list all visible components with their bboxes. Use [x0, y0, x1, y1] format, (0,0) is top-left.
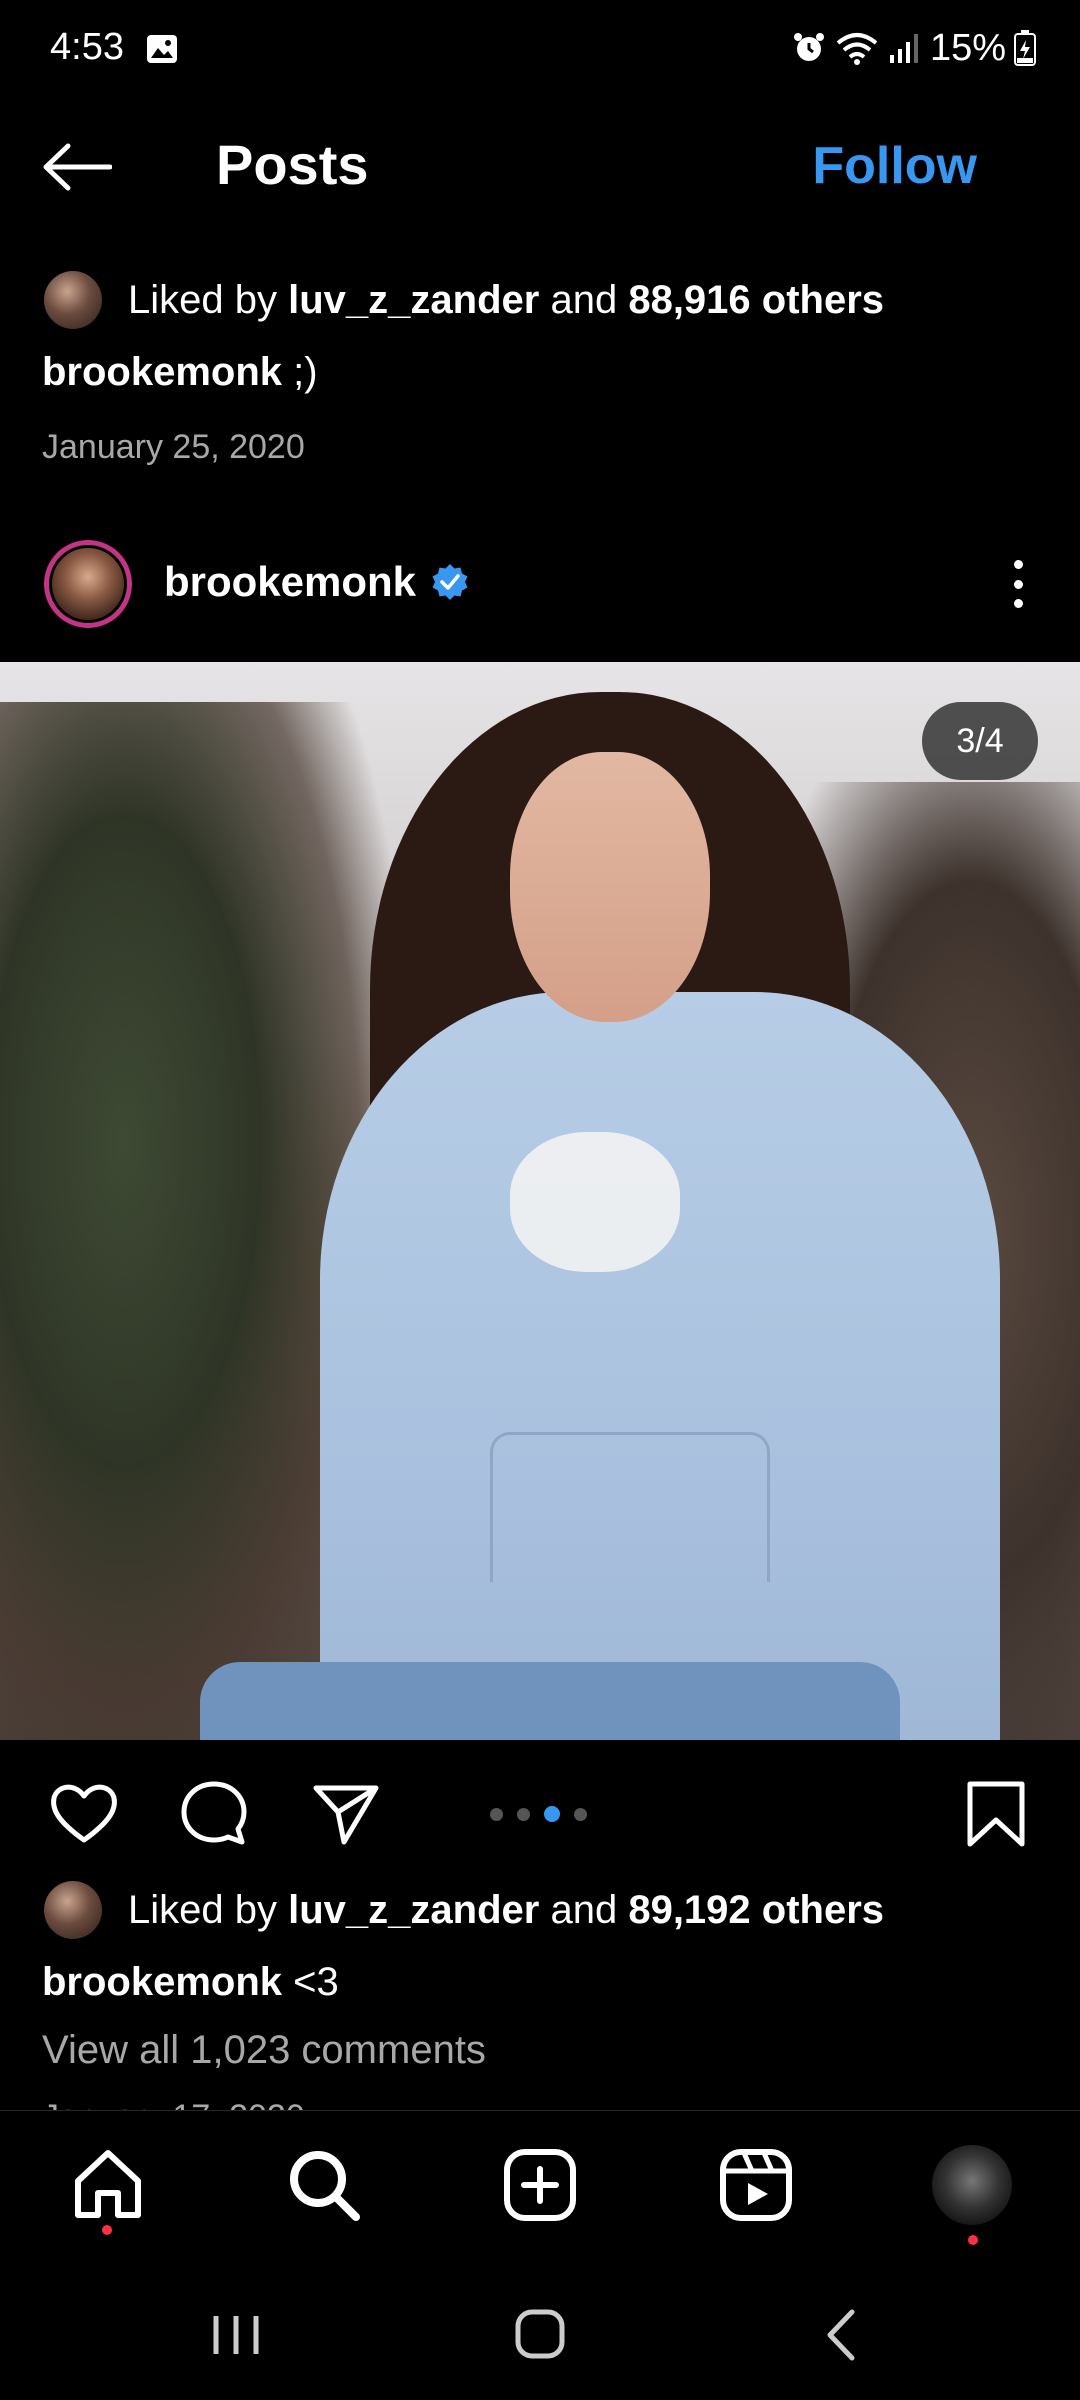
reels-icon[interactable] — [718, 2147, 794, 2223]
status-bar: 4:53 15% — [0, 0, 1080, 100]
verified-badge-icon — [432, 564, 468, 600]
more-options-button[interactable] — [996, 554, 1040, 614]
home-icon[interactable] — [70, 2147, 146, 2223]
caption-username[interactable]: brookemonk — [42, 350, 282, 394]
save-bookmark-icon[interactable] — [960, 1778, 1032, 1850]
liker-username[interactable]: luv_z_zander — [288, 1888, 539, 1933]
post-footer: Liked by luv_z_zander and 89,192 others … — [0, 1880, 1080, 2110]
post-author-username[interactable]: brookemonk — [164, 558, 416, 606]
signal-icon — [889, 34, 918, 63]
battery-charging-icon — [1014, 30, 1036, 66]
carousel-dot — [490, 1807, 503, 1821]
comment-icon[interactable] — [178, 1778, 250, 1850]
liked-by-and: and — [550, 277, 618, 322]
post-header: brookemonk — [0, 536, 1080, 632]
gallery-notification-icon — [147, 35, 177, 63]
home-circle-icon[interactable] — [500, 2300, 580, 2370]
battery-percent: 15% — [929, 26, 1006, 69]
carousel-counter: 3/4 — [922, 702, 1038, 780]
system-nav-bar — [0, 2260, 1080, 2400]
system-back-icon[interactable] — [802, 2300, 882, 2370]
carousel-dot-active — [544, 1806, 560, 1822]
back-button[interactable] — [40, 132, 130, 202]
carousel-dot — [574, 1807, 587, 1821]
status-time: 4:53 — [50, 26, 124, 68]
profile-notification-dot — [968, 2235, 978, 2245]
bottom-nav — [0, 2110, 1080, 2260]
carousel-dot — [517, 1807, 530, 1821]
recent-apps-icon[interactable] — [196, 2300, 276, 2370]
search-icon[interactable] — [286, 2147, 362, 2223]
liked-by-row[interactable]: Liked by luv_z_zander and 89,192 others — [44, 1880, 884, 1940]
liker-avatar — [44, 271, 102, 329]
post-image[interactable]: 3/4 — [0, 662, 1080, 1740]
post-date: January 25, 2020 — [42, 428, 305, 466]
post-actions — [0, 1770, 1080, 1850]
page-title: Posts — [216, 133, 369, 196]
alarm-icon — [793, 33, 824, 61]
post-author-avatar[interactable] — [44, 540, 132, 628]
share-send-icon[interactable] — [310, 1778, 382, 1850]
view-comments-link[interactable]: View all 1,023 comments — [42, 2028, 486, 2073]
follow-button[interactable]: Follow — [812, 136, 977, 196]
caption: brookemonk <3 — [42, 1960, 339, 2005]
likes-count[interactable]: 89,192 others — [628, 1888, 884, 1933]
back-arrow-icon — [43, 143, 112, 191]
post-author[interactable]: brookemonk — [164, 558, 470, 606]
likes-count[interactable]: 88,916 others — [628, 278, 884, 323]
caption-text: <3 — [293, 1960, 339, 2004]
create-post-icon[interactable] — [502, 2147, 578, 2223]
status-icons: 15% — [792, 26, 1036, 70]
liked-by-and: and — [550, 1887, 618, 1932]
wifi-icon — [836, 33, 878, 65]
profile-avatar[interactable] — [932, 2145, 1012, 2225]
liked-by-prefix: Liked by — [128, 277, 277, 322]
liked-by-prefix: Liked by — [128, 1887, 277, 1932]
post-date: January 17, 2020 — [42, 2098, 305, 2110]
caption-text: ;) — [293, 350, 318, 394]
top-header: Posts Follow — [0, 110, 1080, 220]
caption-username[interactable]: brookemonk — [42, 1960, 282, 2004]
home-notification-dot — [102, 2225, 112, 2235]
liker-avatar — [44, 1881, 102, 1939]
caption: brookemonk ;) — [42, 350, 318, 395]
liker-username[interactable]: luv_z_zander — [288, 278, 539, 323]
carousel-dots — [490, 1806, 587, 1822]
liked-by-row[interactable]: Liked by luv_z_zander and 88,916 others — [44, 270, 884, 330]
like-heart-icon[interactable] — [48, 1778, 120, 1850]
